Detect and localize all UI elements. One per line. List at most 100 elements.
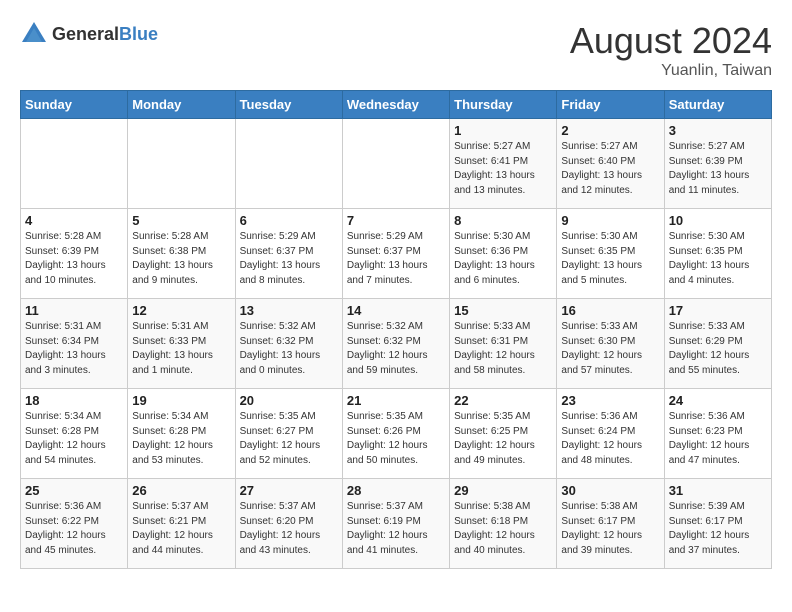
day-info: Sunrise: 5:37 AMSunset: 6:19 PMDaylight:… <box>347 500 445 558</box>
calendar-cell: 4Sunrise: 5:28 AMSunset: 6:39 PMDaylight… <box>21 209 128 299</box>
calendar-week-5: 25 Sunrise: 5:36 AMSunset: 6:22 PMDayligh… <box>21 479 772 569</box>
calendar-header-row: SundayMondayTuesdayWednesdayThursdayFrid… <box>21 91 772 119</box>
day-info: Sunrise: 5:33 AMSunset: 6:31 PMDaylight:… <box>454 320 552 378</box>
logo-icon <box>20 20 48 48</box>
day-info: Sunrise: 5:35 AMSunset: 6:27 PMDaylight:… <box>240 410 338 468</box>
logo-general: General <box>52 24 119 44</box>
title-block: August 2024 Yuanlin, Taiwan <box>570 20 772 80</box>
calendar-cell: 10Sunrise: 5:30 AMSunset: 6:35 PMDayligh… <box>664 209 771 299</box>
day-info: Sunrise: 5:34 AMSunset: 6:28 PMDaylight:… <box>25 410 123 468</box>
day-info: Sunrise: 5:38 AMSunset: 6:17 PMDaylight:… <box>561 500 659 558</box>
calendar-cell: 15 Sunrise: 5:33 AMSunset: 6:31 PMDayligh… <box>450 299 557 389</box>
day-info: Sunrise: 5:27 AMSunset: 6:40 PMDaylight:… <box>561 140 659 198</box>
day-number: 4 <box>25 213 123 228</box>
subtitle: Yuanlin, Taiwan <box>570 62 772 80</box>
day-number: 20 <box>240 393 338 408</box>
calendar-cell: 2 Sunrise: 5:27 AMSunset: 6:40 PMDaylight… <box>557 119 664 209</box>
day-number: 29 <box>454 483 552 498</box>
day-number: 11 <box>25 303 123 318</box>
day-info: Sunrise: 5:34 AMSunset: 6:28 PMDaylight:… <box>132 410 230 468</box>
calendar-cell: 14 Sunrise: 5:32 AMSunset: 6:32 PMDayligh… <box>342 299 449 389</box>
day-info: Sunrise: 5:38 AMSunset: 6:18 PMDaylight:… <box>454 500 552 558</box>
calendar-week-1: 1 Sunrise: 5:27 AMSunset: 6:41 PMDaylight… <box>21 119 772 209</box>
calendar-cell <box>21 119 128 209</box>
calendar-cell <box>235 119 342 209</box>
header-friday: Friday <box>557 91 664 119</box>
day-number: 31 <box>669 483 767 498</box>
day-number: 13 <box>240 303 338 318</box>
calendar-cell: 19 Sunrise: 5:34 AMSunset: 6:28 PMDayligh… <box>128 389 235 479</box>
calendar-cell: 31 Sunrise: 5:39 AMSunset: 6:17 PMDayligh… <box>664 479 771 569</box>
calendar-cell: 9Sunrise: 5:30 AMSunset: 6:35 PMDaylight… <box>557 209 664 299</box>
calendar-week-3: 11 Sunrise: 5:31 AMSunset: 6:34 PMDayligh… <box>21 299 772 389</box>
header-tuesday: Tuesday <box>235 91 342 119</box>
day-info: Sunrise: 5:29 AMSunset: 6:37 PMDaylight:… <box>347 230 445 288</box>
calendar-cell: 29 Sunrise: 5:38 AMSunset: 6:18 PMDayligh… <box>450 479 557 569</box>
main-title: August 2024 <box>570 20 772 62</box>
day-info: Sunrise: 5:36 AMSunset: 6:22 PMDaylight:… <box>25 500 123 558</box>
calendar-cell: 30 Sunrise: 5:38 AMSunset: 6:17 PMDayligh… <box>557 479 664 569</box>
day-info: Sunrise: 5:37 AMSunset: 6:21 PMDaylight:… <box>132 500 230 558</box>
calendar-cell: 26Sunrise: 5:37 AMSunset: 6:21 PMDayligh… <box>128 479 235 569</box>
day-number: 23 <box>561 393 659 408</box>
day-info: Sunrise: 5:33 AMSunset: 6:30 PMDaylight:… <box>561 320 659 378</box>
day-number: 14 <box>347 303 445 318</box>
calendar-week-2: 4Sunrise: 5:28 AMSunset: 6:39 PMDaylight… <box>21 209 772 299</box>
logo: GeneralBlue <box>20 20 158 48</box>
day-number: 8 <box>454 213 552 228</box>
day-info: Sunrise: 5:29 AMSunset: 6:37 PMDaylight:… <box>240 230 338 288</box>
calendar-cell: 24Sunrise: 5:36 AMSunset: 6:23 PMDayligh… <box>664 389 771 479</box>
day-info: Sunrise: 5:35 AMSunset: 6:25 PMDaylight:… <box>454 410 552 468</box>
day-info: Sunrise: 5:30 AMSunset: 6:35 PMDaylight:… <box>561 230 659 288</box>
day-number: 1 <box>454 123 552 138</box>
day-number: 25 <box>25 483 123 498</box>
calendar-cell: 12Sunrise: 5:31 AMSunset: 6:33 PMDayligh… <box>128 299 235 389</box>
day-number: 27 <box>240 483 338 498</box>
day-info: Sunrise: 5:28 AMSunset: 6:38 PMDaylight:… <box>132 230 230 288</box>
day-info: Sunrise: 5:37 AMSunset: 6:20 PMDaylight:… <box>240 500 338 558</box>
day-number: 28 <box>347 483 445 498</box>
calendar-cell: 7Sunrise: 5:29 AMSunset: 6:37 PMDaylight… <box>342 209 449 299</box>
calendar-week-4: 18Sunrise: 5:34 AMSunset: 6:28 PMDayligh… <box>21 389 772 479</box>
day-number: 12 <box>132 303 230 318</box>
calendar-cell: 5 Sunrise: 5:28 AMSunset: 6:38 PMDaylight… <box>128 209 235 299</box>
day-info: Sunrise: 5:35 AMSunset: 6:26 PMDaylight:… <box>347 410 445 468</box>
day-number: 19 <box>132 393 230 408</box>
day-number: 2 <box>561 123 659 138</box>
calendar-cell: 20 Sunrise: 5:35 AMSunset: 6:27 PMDayligh… <box>235 389 342 479</box>
day-info: Sunrise: 5:27 AMSunset: 6:41 PMDaylight:… <box>454 140 552 198</box>
day-info: Sunrise: 5:39 AMSunset: 6:17 PMDaylight:… <box>669 500 767 558</box>
calendar-cell <box>342 119 449 209</box>
header-thursday: Thursday <box>450 91 557 119</box>
calendar-cell: 23 Sunrise: 5:36 AMSunset: 6:24 PMDayligh… <box>557 389 664 479</box>
calendar-table: SundayMondayTuesdayWednesdayThursdayFrid… <box>20 90 772 569</box>
day-number: 16 <box>561 303 659 318</box>
calendar-cell: 8 Sunrise: 5:30 AMSunset: 6:36 PMDaylight… <box>450 209 557 299</box>
calendar-cell: 11 Sunrise: 5:31 AMSunset: 6:34 PMDayligh… <box>21 299 128 389</box>
day-number: 21 <box>347 393 445 408</box>
day-number: 5 <box>132 213 230 228</box>
calendar-cell: 22Sunrise: 5:35 AMSunset: 6:25 PMDayligh… <box>450 389 557 479</box>
calendar-cell: 28 Sunrise: 5:37 AMSunset: 6:19 PMDayligh… <box>342 479 449 569</box>
calendar-cell: 25 Sunrise: 5:36 AMSunset: 6:22 PMDayligh… <box>21 479 128 569</box>
page-header: GeneralBlue August 2024 Yuanlin, Taiwan <box>20 20 772 80</box>
calendar-cell: 16 Sunrise: 5:33 AMSunset: 6:30 PMDayligh… <box>557 299 664 389</box>
day-number: 30 <box>561 483 659 498</box>
day-number: 15 <box>454 303 552 318</box>
header-saturday: Saturday <box>664 91 771 119</box>
calendar-cell: 1 Sunrise: 5:27 AMSunset: 6:41 PMDaylight… <box>450 119 557 209</box>
calendar-cell: 17 Sunrise: 5:33 AMSunset: 6:29 PMDayligh… <box>664 299 771 389</box>
header-wednesday: Wednesday <box>342 91 449 119</box>
day-number: 3 <box>669 123 767 138</box>
day-info: Sunrise: 5:32 AMSunset: 6:32 PMDaylight:… <box>347 320 445 378</box>
day-info: Sunrise: 5:31 AMSunset: 6:34 PMDaylight:… <box>25 320 123 378</box>
day-number: 17 <box>669 303 767 318</box>
day-number: 24 <box>669 393 767 408</box>
day-info: Sunrise: 5:36 AMSunset: 6:24 PMDaylight:… <box>561 410 659 468</box>
calendar-cell: 6Sunrise: 5:29 AMSunset: 6:37 PMDaylight… <box>235 209 342 299</box>
calendar-cell: 18Sunrise: 5:34 AMSunset: 6:28 PMDayligh… <box>21 389 128 479</box>
day-info: Sunrise: 5:32 AMSunset: 6:32 PMDaylight:… <box>240 320 338 378</box>
day-info: Sunrise: 5:30 AMSunset: 6:36 PMDaylight:… <box>454 230 552 288</box>
header-monday: Monday <box>128 91 235 119</box>
day-info: Sunrise: 5:33 AMSunset: 6:29 PMDaylight:… <box>669 320 767 378</box>
